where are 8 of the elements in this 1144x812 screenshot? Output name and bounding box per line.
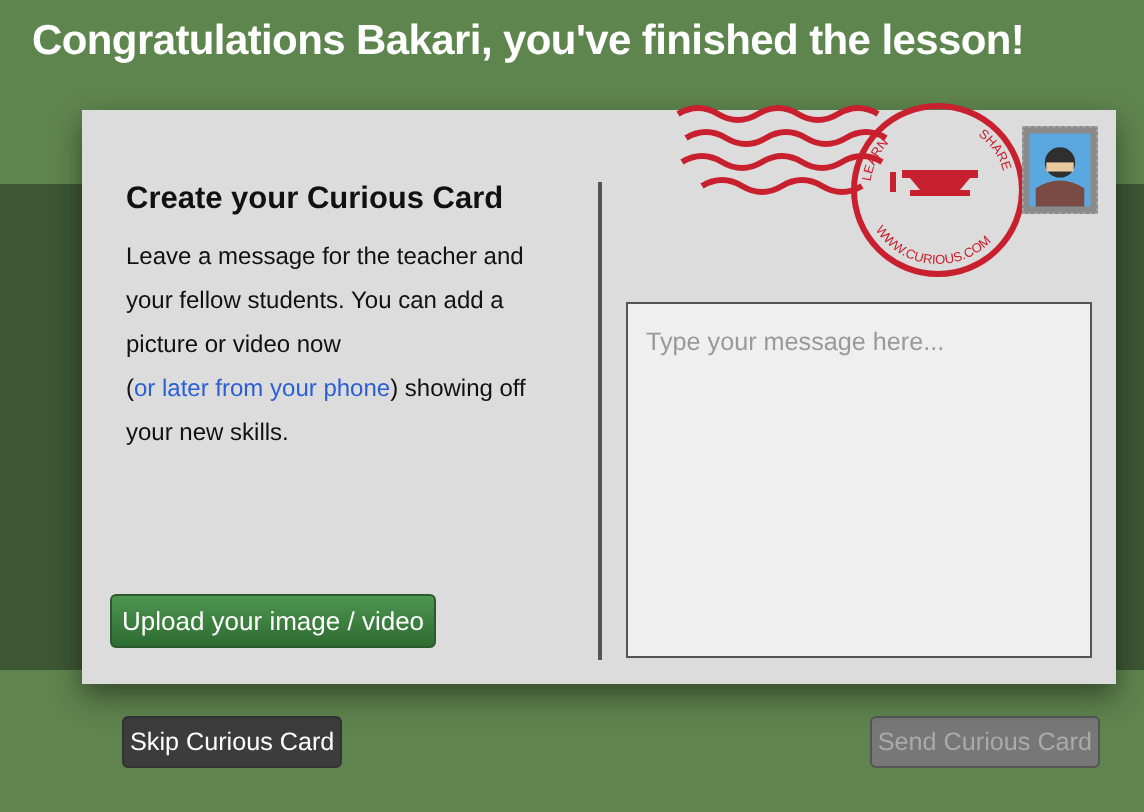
later-link[interactable]: or later from your phone	[134, 374, 391, 402]
card-instructions: Leave a message for the teacher and your fellow students. You can add a picture or video now (or later from your phone) showing off your new skills.	[126, 240, 528, 450]
card-title: Create your Curious Card	[126, 182, 506, 218]
page-heading: Congratulations Bakari, you've finished the lesson!	[30, 16, 1027, 68]
stamp-drawing	[1022, 126, 1098, 214]
upload-button[interactable]: Upload your image / video	[110, 594, 437, 648]
skip-button[interactable]: Skip Curious Card	[122, 716, 343, 768]
message-field[interactable]: Type your message here...	[626, 302, 1092, 658]
